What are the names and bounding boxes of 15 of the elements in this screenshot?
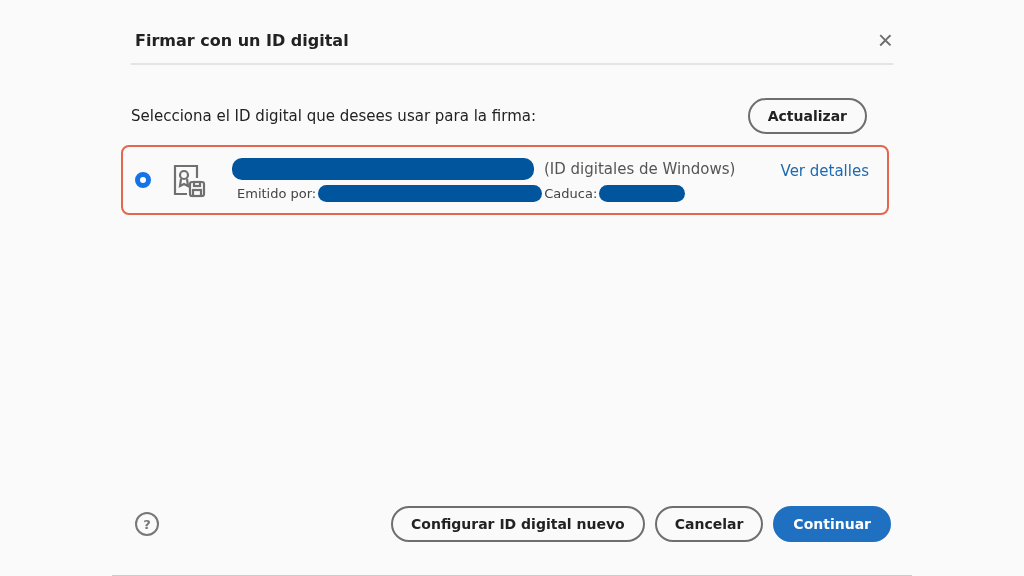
dialog-button[interactable]: Configurar ID digital nuevo bbox=[391, 506, 645, 542]
dialog-title: Firmar con un ID digital bbox=[135, 30, 349, 50]
prompt-text: Selecciona el ID digital que desees usar para la firma: bbox=[131, 107, 536, 125]
details-link[interactable]: Ver detalles bbox=[780, 162, 869, 180]
store-label: (ID digitales de Windows) bbox=[544, 160, 736, 178]
continue-button[interactable]: Continuar bbox=[773, 506, 891, 542]
help-icon[interactable]: ? bbox=[135, 512, 159, 536]
expires-label: Caduca: bbox=[544, 186, 598, 201]
dialog-button[interactable]: Cancelar bbox=[654, 506, 764, 542]
issued-by-label: Emitido por: bbox=[237, 186, 317, 201]
close-button[interactable]: × bbox=[877, 27, 893, 53]
radio-button[interactable] bbox=[135, 172, 151, 188]
certificate-icon bbox=[171, 162, 207, 198]
digital-id-row[interactable]: (ID digitales de Windows) Emitido por: Caduca: Ver detalles bbox=[121, 145, 889, 215]
refresh-button[interactable]: Actualizar bbox=[747, 98, 867, 134]
